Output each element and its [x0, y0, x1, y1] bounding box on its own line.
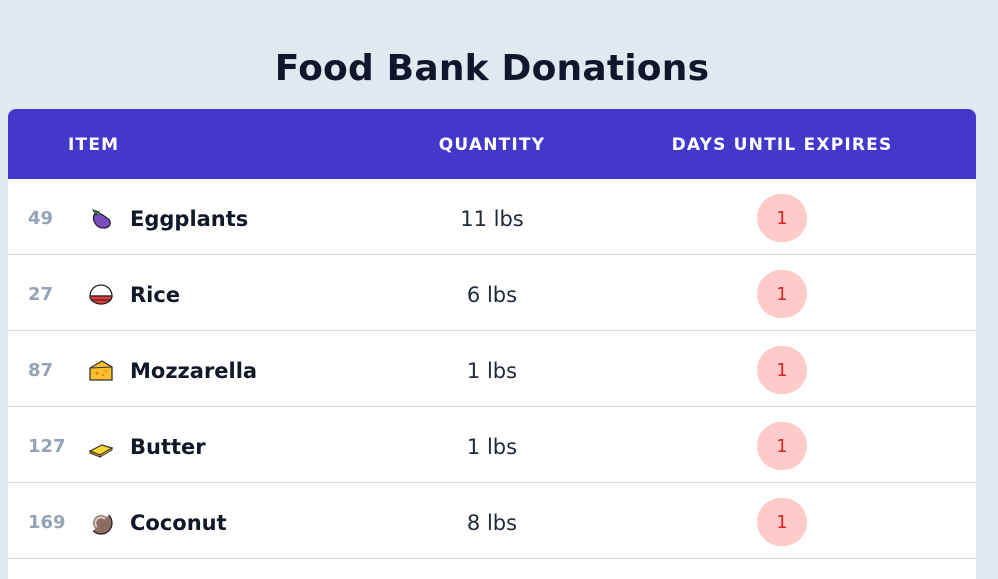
item-quantity: 1 lbs: [466, 359, 518, 383]
table-row[interactable]: 87 Mozzarella 1 lbs 1: [8, 331, 976, 407]
table-row[interactable]: 127 Butter 1 lbs 1: [8, 407, 976, 483]
row-id: 27: [28, 284, 54, 305]
row-id: 49: [28, 208, 54, 229]
butter-icon: [88, 434, 114, 460]
days-badge: 1: [757, 422, 807, 470]
row-id: 169: [28, 512, 66, 533]
eggplant-icon: [88, 206, 114, 232]
item-quantity: 8 lbs: [466, 511, 518, 535]
item-quantity: 11 lbs: [460, 207, 524, 231]
days-badge: 1: [757, 498, 807, 546]
item-name: Eggplants: [130, 207, 249, 231]
days-badge: 1: [757, 346, 807, 394]
column-header-item[interactable]: ITEM: [68, 109, 119, 179]
table-row[interactable]: 169 Coconut 8 lbs 1: [8, 483, 976, 559]
donations-table: ITEM QUANTITY DAYS UNTIL EXPIRES 49 Eggp…: [8, 109, 976, 579]
row-id: 127: [28, 436, 66, 457]
page-title: Food Bank Donations: [274, 48, 710, 90]
column-header-days-until-expires[interactable]: DAYS UNTIL EXPIRES: [632, 109, 932, 179]
days-badge: 1: [757, 194, 807, 242]
table-row[interactable]: 49 Eggplants 11 lbs 1: [8, 179, 976, 255]
item-name: Rice: [130, 283, 181, 307]
table-body: 49 Eggplants 11 lbs 1 27 Rice 6 lbs 1 87…: [8, 179, 976, 559]
table-row[interactable]: 27 Rice 6 lbs 1: [8, 255, 976, 331]
table-header: ITEM QUANTITY DAYS UNTIL EXPIRES: [8, 109, 976, 179]
item-name: Mozzarella: [130, 359, 258, 383]
coconut-icon: [88, 510, 114, 536]
item-quantity: 6 lbs: [466, 283, 518, 307]
item-quantity: 1 lbs: [466, 435, 518, 459]
cheese-icon: [88, 358, 114, 384]
item-name: Butter: [130, 435, 206, 459]
rice-icon: [88, 282, 114, 308]
row-id: 87: [28, 360, 54, 381]
item-name: Coconut: [130, 511, 227, 535]
days-badge: 1: [757, 270, 807, 318]
column-header-quantity[interactable]: QUANTITY: [392, 109, 592, 179]
